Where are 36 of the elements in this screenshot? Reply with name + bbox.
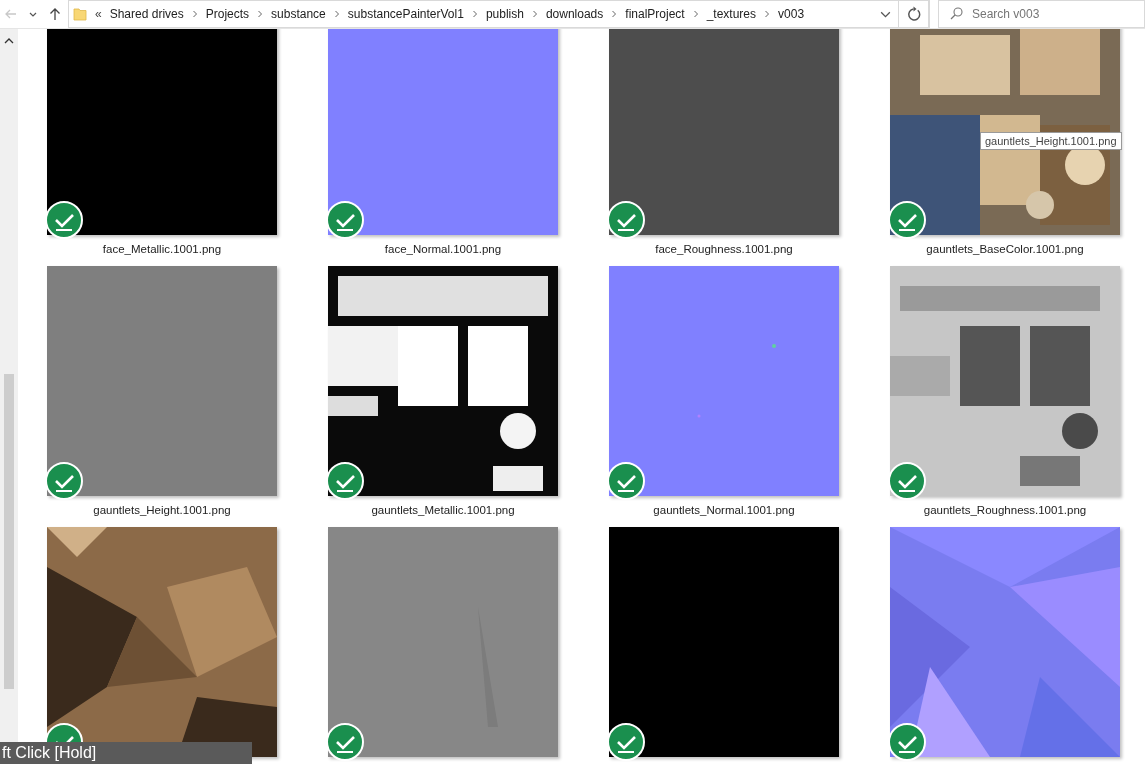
file-name[interactable]: face_Normal.1001.png — [384, 235, 502, 266]
breadcrumb[interactable]: v003 — [776, 7, 807, 21]
breadcrumb[interactable]: Projects — [203, 7, 252, 21]
file-name[interactable]: gauntlets_BaseColor.1001.png — [926, 235, 1084, 266]
up-arrow-icon — [48, 7, 62, 21]
breadcrumb-separator-icon — [191, 10, 198, 18]
chevron-up-icon — [4, 37, 14, 45]
file-name[interactable]: gauntlets_Roughness.1001.png — [923, 496, 1087, 527]
breadcrumb-separator-icon — [764, 10, 771, 18]
breadcrumb-separator-icon — [692, 10, 699, 18]
breadcrumb-separator-icon — [611, 10, 618, 18]
file-name[interactable]: gauntlets_Metallic.1001.png — [371, 496, 515, 527]
breadcrumb[interactable]: substance — [269, 7, 328, 21]
refresh-icon — [905, 5, 922, 23]
file-name[interactable]: gauntlets_Height.1001.png — [93, 496, 231, 527]
breadcrumb[interactable]: publish — [483, 7, 526, 21]
address-bar[interactable]: « Shared drives Projects substance substancePainterVol1 publish downloads finalProject _textures v003 — [68, 0, 930, 28]
breadcrumb-separator-icon — [471, 10, 478, 18]
scrollbar-thumb[interactable] — [4, 374, 14, 689]
breadcrumb[interactable]: _textures — [704, 7, 759, 21]
search-field[interactable]: Search v003 — [938, 0, 1145, 28]
breadcrumb[interactable]: substancePainterVol1 — [345, 7, 466, 21]
tooltip: gauntlets_Height.1001.png — [980, 132, 1122, 150]
file-name[interactable]: face_Roughness.1001.png — [655, 235, 793, 266]
overflow-chevron[interactable]: « — [95, 7, 102, 21]
folder-icon — [73, 7, 87, 21]
breadcrumb-separator-icon — [531, 10, 538, 18]
breadcrumb[interactable]: finalProject — [623, 7, 687, 21]
breadcrumb[interactable]: Shared drives — [107, 7, 186, 21]
key-press-overlay: ft Click [Hold] — [0, 742, 252, 764]
file-name[interactable]: face_Metallic.1001.png — [102, 235, 222, 266]
breadcrumb[interactable]: downloads — [543, 7, 606, 21]
file-name[interactable]: gauntlets_Normal.1001.png — [653, 496, 795, 527]
breadcrumb-separator-icon — [257, 10, 264, 18]
search-icon — [950, 7, 963, 20]
breadcrumb-separator-icon — [333, 10, 340, 18]
